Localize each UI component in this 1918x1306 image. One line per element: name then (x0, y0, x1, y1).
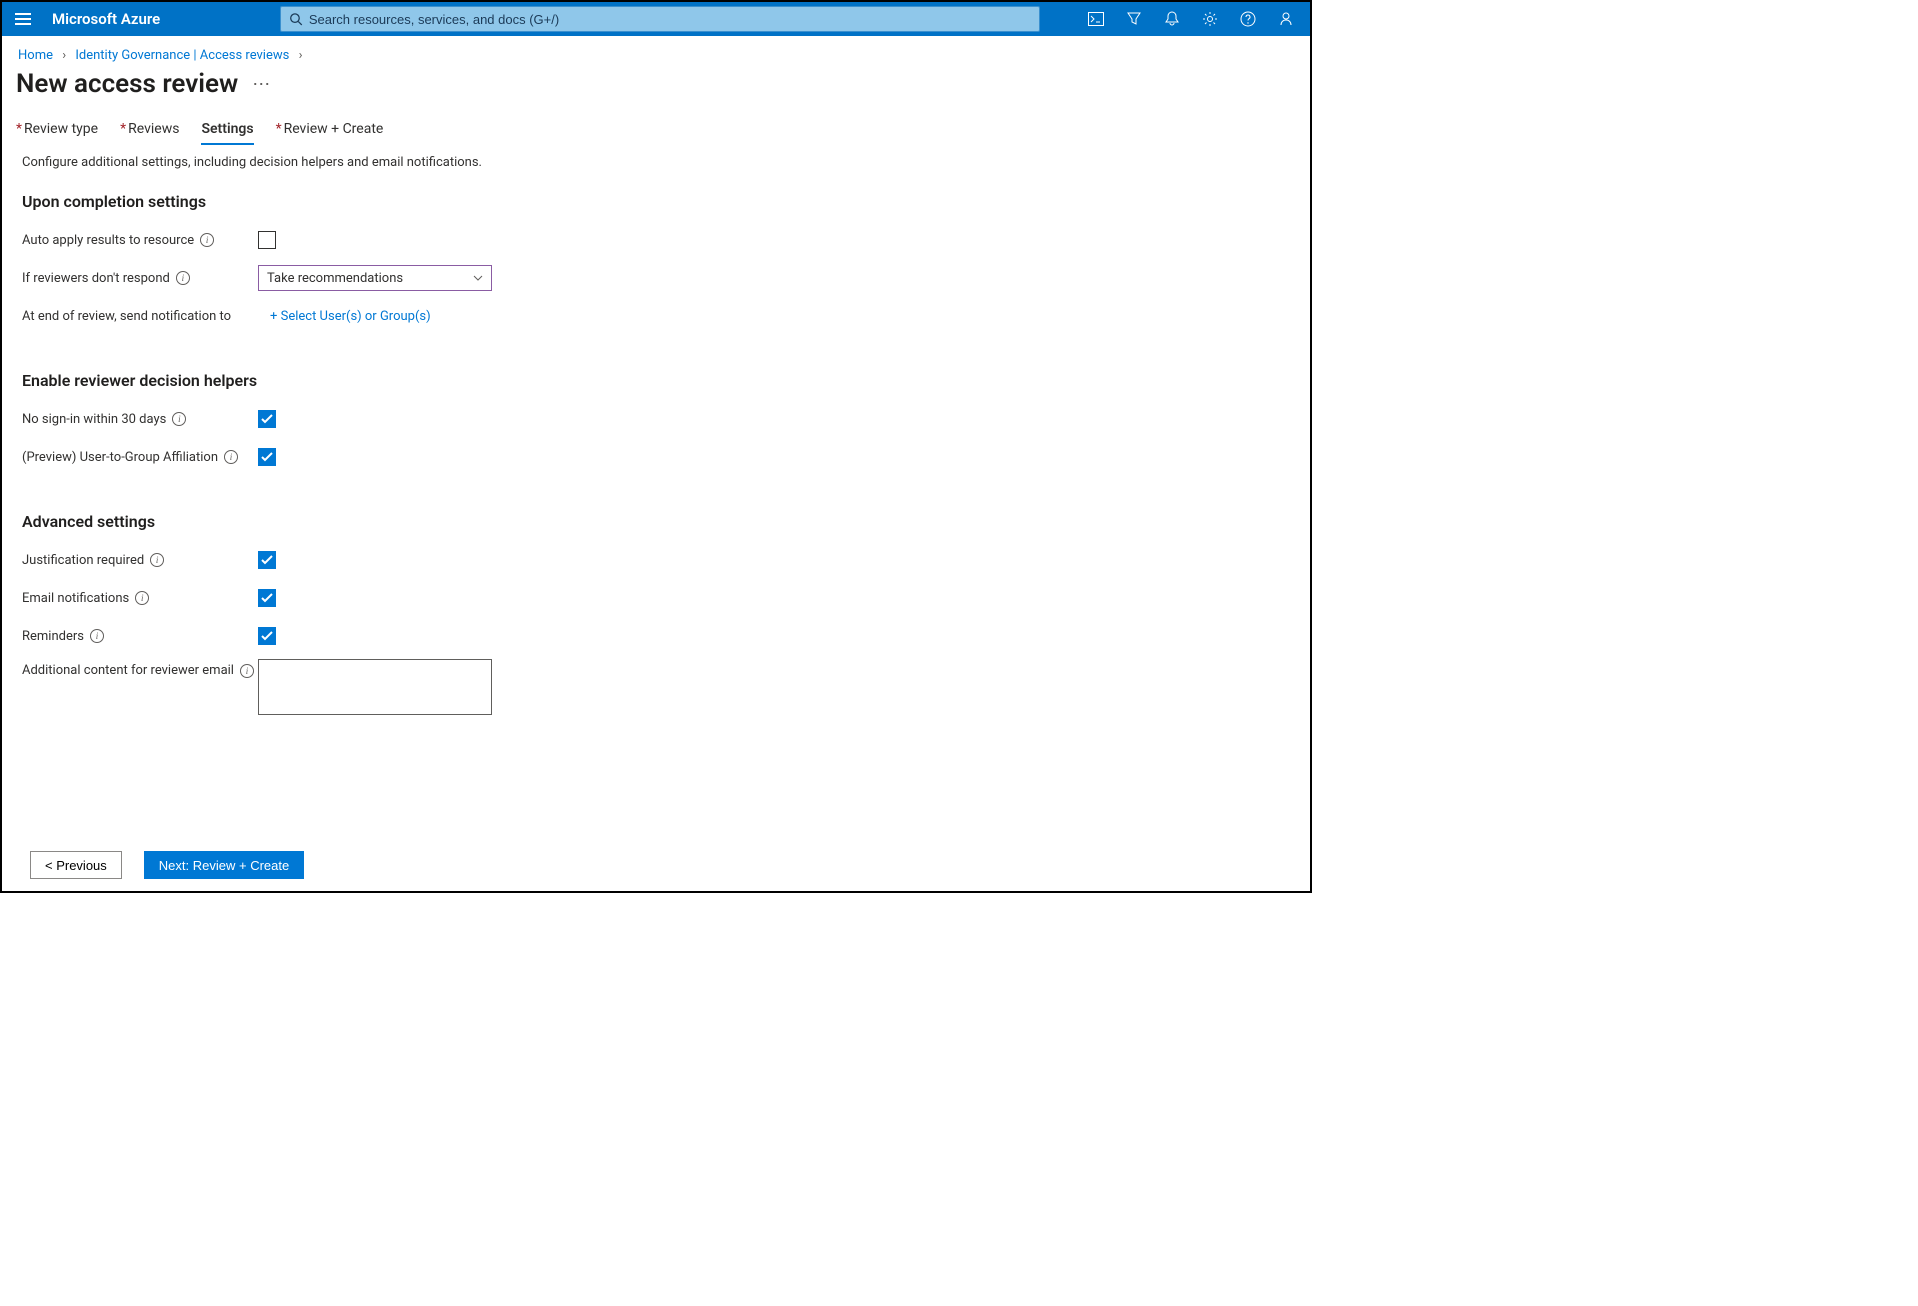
label-no-signin: No sign-in within 30 days (22, 412, 166, 427)
info-icon[interactable]: i (135, 591, 149, 605)
previous-button[interactable]: < Previous (30, 851, 122, 879)
label-end-notify: At end of review, send notification to (22, 309, 231, 324)
wizard-footer: < Previous Next: Review + Create (2, 841, 1310, 891)
tab-review-create[interactable]: Review + Create (276, 121, 384, 145)
breadcrumb: Home › Identity Governance | Access revi… (2, 36, 1310, 67)
checkbox-no-signin[interactable] (258, 410, 276, 428)
settings-description: Configure additional settings, including… (22, 155, 1290, 170)
page-title: New access review (16, 69, 238, 99)
info-icon[interactable]: i (240, 664, 254, 678)
hamburger-icon (15, 13, 31, 25)
link-select-users[interactable]: + Select User(s) or Group(s) (270, 309, 431, 324)
cloud-shell-icon[interactable] (1078, 2, 1114, 36)
info-icon[interactable]: i (176, 271, 190, 285)
more-actions-icon[interactable]: ⋯ (252, 74, 270, 95)
tab-review-type[interactable]: Review type (16, 121, 98, 145)
settings-content: Configure additional settings, including… (2, 145, 1310, 733)
dropdown-if-no-respond[interactable]: Take recommendations (258, 265, 492, 291)
info-icon[interactable]: i (172, 412, 186, 426)
section-upon-completion: Upon completion settings (22, 192, 1290, 211)
dropdown-value: Take recommendations (267, 271, 403, 286)
wizard-tabs: Review type Reviews Settings Review + Cr… (2, 117, 1310, 145)
menu-toggle[interactable] (8, 4, 38, 34)
top-icon-bar (1078, 2, 1304, 36)
section-decision-helpers: Enable reviewer decision helpers (22, 371, 1290, 390)
chevron-right-icon: › (299, 48, 303, 63)
help-icon[interactable] (1230, 2, 1266, 36)
chevron-down-icon (473, 275, 483, 281)
search-input[interactable] (309, 12, 1031, 27)
info-icon[interactable]: i (200, 233, 214, 247)
label-justification: Justification required (22, 553, 144, 568)
label-user-group-affiliation: (Preview) User-to-Group Affiliation (22, 450, 218, 465)
chevron-right-icon: › (62, 48, 66, 63)
label-auto-apply: Auto apply results to resource (22, 233, 194, 248)
brand-label: Microsoft Azure (52, 10, 160, 28)
checkbox-auto-apply[interactable] (258, 231, 276, 249)
notifications-icon[interactable] (1154, 2, 1190, 36)
section-advanced: Advanced settings (22, 512, 1290, 531)
checkbox-email-notifications[interactable] (258, 589, 276, 607)
top-bar: Microsoft Azure (2, 2, 1310, 36)
feedback-icon[interactable] (1268, 2, 1304, 36)
next-button[interactable]: Next: Review + Create (144, 851, 304, 879)
label-additional-content: Additional content for reviewer email (22, 663, 234, 678)
info-icon[interactable]: i (150, 553, 164, 567)
checkbox-justification[interactable] (258, 551, 276, 569)
info-icon[interactable]: i (224, 450, 238, 464)
breadcrumb-identity-governance[interactable]: Identity Governance | Access reviews (75, 48, 289, 63)
tab-settings[interactable]: Settings (201, 121, 253, 145)
info-icon[interactable]: i (90, 629, 104, 643)
settings-icon[interactable] (1192, 2, 1228, 36)
label-reminders: Reminders (22, 629, 84, 644)
breadcrumb-home[interactable]: Home (18, 48, 53, 63)
checkbox-reminders[interactable] (258, 627, 276, 645)
search-icon (289, 12, 303, 26)
page-title-row: New access review ⋯ (2, 67, 1310, 117)
checkbox-user-group-affiliation[interactable] (258, 448, 276, 466)
textarea-additional-content[interactable] (258, 659, 492, 715)
label-email-notifications: Email notifications (22, 591, 129, 606)
label-if-no-respond: If reviewers don't respond (22, 271, 170, 286)
global-search[interactable] (280, 6, 1040, 32)
tab-reviews[interactable]: Reviews (120, 121, 179, 145)
directory-filter-icon[interactable] (1116, 2, 1152, 36)
